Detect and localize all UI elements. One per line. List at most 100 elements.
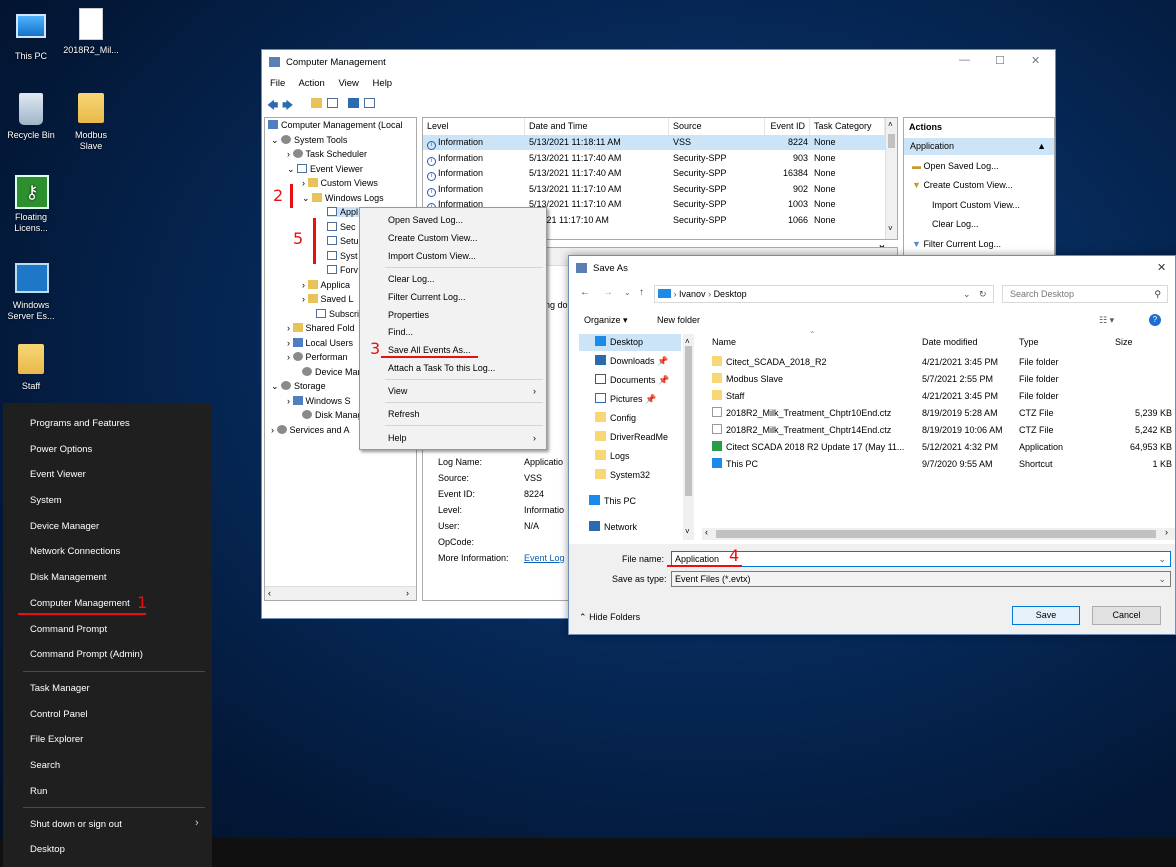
tree-item-security-log[interactable]: Sec xyxy=(327,222,356,232)
event-row[interactable]: iInformation 5/13/2021 11:17:10 AM Securit… xyxy=(423,182,885,197)
action-open-saved-log[interactable]: ▬ Open Saved Log... xyxy=(912,161,999,171)
ctx-properties[interactable]: Properties xyxy=(388,310,429,320)
column-header-source[interactable]: Source xyxy=(669,118,765,135)
tree-item-setup-log[interactable]: Setu xyxy=(327,236,359,246)
winx-item-file-explorer[interactable]: File Explorer xyxy=(30,734,83,745)
tree-item-subscriptions[interactable]: Subscri xyxy=(316,309,359,319)
column-header-level[interactable]: Level xyxy=(423,118,525,135)
tree-item-custom-views[interactable]: › Custom Views xyxy=(302,178,378,188)
up-arrow-icon[interactable]: ↑ xyxy=(639,287,644,298)
nav-item-downloads[interactable]: Downloads 📌 xyxy=(595,353,668,370)
nav-item-system32[interactable]: System32 xyxy=(595,467,650,484)
tree-item-performance[interactable]: › Performan xyxy=(287,352,348,362)
nav-item-driverreadme[interactable]: DriverReadMe xyxy=(595,429,668,446)
scroll-thumb[interactable] xyxy=(888,134,895,148)
winx-item-power-options[interactable]: Power Options xyxy=(30,444,92,455)
help-icon[interactable]: ? xyxy=(1149,314,1161,326)
actions-section-application[interactable]: Application ▲ xyxy=(904,138,1054,155)
scroll-up-icon[interactable]: ˄ xyxy=(685,337,690,346)
column-header-size[interactable]: Size xyxy=(1115,337,1133,347)
winx-item-desktop[interactable]: Desktop xyxy=(30,844,65,855)
scroll-right-icon[interactable]: › xyxy=(406,588,409,598)
winx-item-disk-management[interactable]: Disk Management xyxy=(30,572,107,583)
nav-pane-scrollbar[interactable]: ˄ ˅ xyxy=(683,334,694,540)
file-row[interactable]: 2018R2_Milk_Treatment_Chptr14End.ctz 8/19… xyxy=(702,422,1172,439)
tree-item-services-applications[interactable]: › Services and A xyxy=(271,425,350,435)
ctx-import-custom-view[interactable]: Import Custom View... xyxy=(388,251,476,261)
action-filter-current-log[interactable]: ▼ Filter Current Log... xyxy=(912,239,1001,249)
scroll-thumb[interactable] xyxy=(685,346,692,496)
tree-item-local-users[interactable]: › Local Users xyxy=(287,338,353,348)
scroll-thumb[interactable] xyxy=(716,530,1156,538)
winx-item-command-prompt[interactable]: Command Prompt xyxy=(30,624,107,635)
chevron-down-icon[interactable]: ⌄ xyxy=(1158,572,1166,586)
ctx-filter-current-log[interactable]: Filter Current Log... xyxy=(388,292,466,302)
winx-item-network-connections[interactable]: Network Connections xyxy=(30,546,120,557)
menu-view[interactable]: View xyxy=(338,78,358,89)
chevron-down-icon[interactable]: ⌄ xyxy=(963,286,971,302)
file-row[interactable]: Citect SCADA 2018 R2 Update 17 (May 11..… xyxy=(702,439,1172,456)
winx-item-task-manager[interactable]: Task Manager xyxy=(30,683,90,694)
ctx-clear-log[interactable]: Clear Log... xyxy=(388,274,435,284)
winx-item-programs-features[interactable]: Programs and Features xyxy=(30,418,130,429)
tree-item-disk-management[interactable]: Disk Manag xyxy=(302,410,363,420)
nav-item-config[interactable]: Config xyxy=(595,410,636,427)
column-header-type[interactable]: Type xyxy=(1019,337,1039,347)
tree-item-applications-services[interactable]: › Applica xyxy=(302,280,350,290)
ctx-create-custom-view[interactable]: Create Custom View... xyxy=(388,233,477,243)
nav-item-documents[interactable]: Documents 📌 xyxy=(595,372,669,389)
nav-item-this-pc[interactable]: This PC xyxy=(589,493,636,510)
winx-item-command-prompt-admin[interactable]: Command Prompt (Admin) xyxy=(30,649,143,660)
tree-item-shared-folders[interactable]: › Shared Fold xyxy=(287,323,355,333)
winx-item-shutdown[interactable]: Shut down or sign out xyxy=(30,819,122,830)
scroll-down-icon[interactable]: ˅ xyxy=(888,224,893,233)
breadcrumb-ivanov[interactable]: Ivanov xyxy=(679,289,706,299)
winx-item-device-manager[interactable]: Device Manager xyxy=(30,521,99,532)
winx-item-system[interactable]: System xyxy=(30,495,62,506)
save-as-type-select[interactable]: Event Files (*.evtx) ⌄ xyxy=(671,571,1171,587)
tree-item-saved-logs[interactable]: › Saved L xyxy=(302,294,354,304)
desktop-icon-modbus-slave[interactable]: Modbus Slave xyxy=(62,93,120,152)
event-log-online-help-link[interactable]: Event Log xyxy=(524,550,565,566)
hide-folders-button[interactable]: ⌃ Hide Folders xyxy=(579,612,640,623)
menu-file[interactable]: File xyxy=(270,78,285,89)
close-button[interactable]: ✕ xyxy=(1157,261,1166,274)
desktop-icon-floating-license[interactable]: ⚷ Floating Licens... xyxy=(2,175,60,234)
file-row[interactable]: This PC 9/7/2020 9:55 AM Shortcut 1 KB xyxy=(702,456,1172,473)
maximize-button[interactable]: ☐ xyxy=(995,54,1005,67)
desktop-icon-milk-file[interactable]: 2018R2_Mil... xyxy=(62,8,120,56)
forward-arrow-icon[interactable]: → xyxy=(603,287,613,298)
tree-item-system-log[interactable]: Syst xyxy=(327,251,358,261)
ctx-open-saved-log[interactable]: Open Saved Log... xyxy=(388,215,463,225)
nav-item-network[interactable]: Network xyxy=(589,519,637,536)
winx-item-control-panel[interactable]: Control Panel xyxy=(30,709,88,720)
scroll-down-icon[interactable]: ˅ xyxy=(685,527,690,536)
column-header-task-category[interactable]: Task Category xyxy=(810,118,885,135)
tree-horizontal-scrollbar[interactable]: ‹ › xyxy=(265,586,416,600)
file-row[interactable]: 2018R2_Milk_Treatment_Chptr10End.ctz 8/19… xyxy=(702,405,1172,422)
tree-item-task-scheduler[interactable]: › Task Scheduler xyxy=(287,149,367,159)
close-button[interactable]: ✕ xyxy=(1031,54,1040,67)
chevron-down-icon[interactable]: ⌄ xyxy=(1158,552,1166,566)
winx-item-event-viewer[interactable]: Event Viewer xyxy=(30,469,86,480)
column-header-name[interactable]: Name xyxy=(712,337,736,347)
menu-help[interactable]: Help xyxy=(373,78,393,89)
menu-action[interactable]: Action xyxy=(298,78,324,89)
column-header-date-modified[interactable]: Date modified xyxy=(922,337,978,347)
help-icon[interactable] xyxy=(348,98,359,108)
winx-item-run[interactable]: Run xyxy=(30,786,47,797)
file-row[interactable]: Staff 4/21/2021 3:45 PM File folder xyxy=(702,388,1158,405)
file-row[interactable]: Citect_SCADA_2018_R2 4/21/2021 3:45 PM Fil… xyxy=(702,354,1158,371)
tree-item-computer-management[interactable]: Computer Management (Local xyxy=(268,120,403,130)
event-row[interactable]: i Information 5/13/2021 11:17:40 AM Securit… xyxy=(423,166,885,181)
desktop-icon-staff[interactable]: Staff xyxy=(2,344,60,392)
file-name-input[interactable]: Application ⌄ xyxy=(671,551,1171,567)
desktop-icon-this-pc[interactable]: This PC xyxy=(2,8,60,62)
recent-locations-icon[interactable]: ⌄ xyxy=(624,288,631,297)
winx-item-computer-management[interactable]: Computer Management xyxy=(30,598,130,609)
desktop-icon-recycle-bin[interactable]: Recycle Bin xyxy=(2,93,60,141)
collapse-up-icon[interactable]: ▲ xyxy=(1037,138,1046,155)
ctx-save-all-events-as[interactable]: Save All Events As... xyxy=(388,345,471,355)
scroll-right-icon[interactable]: › xyxy=(1165,527,1168,537)
event-row[interactable]: i Information 5/13/2021 11:17:40 AM Securit… xyxy=(423,151,885,166)
